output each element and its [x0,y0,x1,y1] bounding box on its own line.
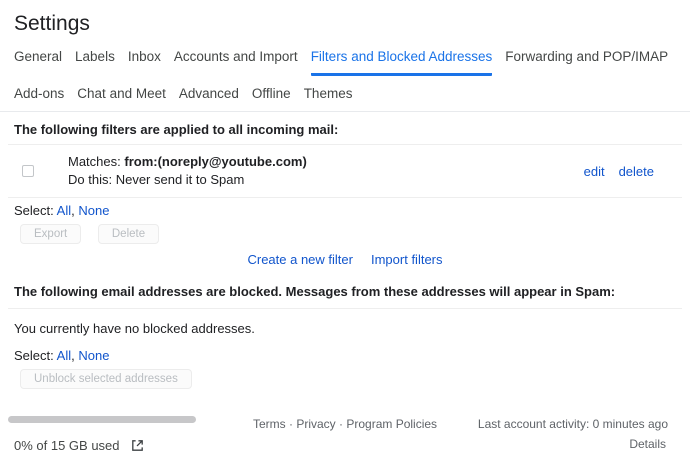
select-none-link[interactable]: None [78,348,109,363]
blocked-addresses-table: You currently have no blocked addresses. [8,308,682,336]
tab-chat-and-meet[interactable]: Chat and Meet [77,86,166,102]
last-account-activity: Last account activity: 0 minutes ago [478,417,668,431]
do-this-label: Do this: [68,172,112,187]
tab-forwarding-and-pop-imap[interactable]: Forwarding and POP/IMAP [505,49,668,76]
create-new-filter-link[interactable]: Create a new filter [247,253,353,267]
filters-table: Matches: from:(noreply@youtube.com) Do t… [8,144,682,198]
export-button[interactable]: Export [20,224,81,244]
no-blocked-addresses-text: You currently have no blocked addresses. [14,321,676,336]
blocked-button-row: Unblock selected addresses [20,369,690,389]
tab-advanced[interactable]: Advanced [179,86,239,102]
blocked-select-row: Select: All, None [14,349,690,363]
privacy-link[interactable]: Privacy [296,417,335,431]
filters-button-row: Export Delete [20,224,690,244]
unblock-selected-addresses-button[interactable]: Unblock selected addresses [20,369,192,389]
tab-accounts-and-import[interactable]: Accounts and Import [174,49,298,76]
comma: , [71,348,75,363]
select-all-link[interactable]: All [57,203,71,218]
storage-usage: 0% of 15 GB used [14,438,145,453]
tab-filters-and-blocked-addresses[interactable]: Filters and Blocked Addresses [311,49,493,76]
delete-filter-link[interactable]: delete [619,164,654,179]
filter-checkbox[interactable] [22,165,34,177]
filter-description: Matches: from:(noreply@youtube.com) Do t… [68,153,584,189]
select-all-link[interactable]: All [57,348,71,363]
filter-actions: edit delete [584,164,654,179]
filter-create-import-row: Create a new filter Import filters [0,253,690,267]
footer-separator: · [289,417,293,431]
select-label: Select: [14,203,54,218]
program-policies-link[interactable]: Program Policies [346,417,437,431]
tab-inbox[interactable]: Inbox [128,49,161,76]
filter-matches-line: Matches: from:(noreply@youtube.com) [68,153,584,171]
filters-section-heading: The following filters are applied to all… [14,123,668,137]
select-none-link[interactable]: None [78,203,109,218]
delete-button[interactable]: Delete [98,224,159,244]
edit-filter-link[interactable]: edit [584,164,605,179]
details-link[interactable]: Details [629,437,666,451]
filter-row: Matches: from:(noreply@youtube.com) Do t… [8,145,682,197]
matches-value: from:(noreply@youtube.com) [124,154,306,169]
page-title: Settings [14,12,690,36]
tab-offline[interactable]: Offline [252,86,291,102]
blocked-section-heading: The following email addresses are blocke… [14,285,668,299]
select-label: Select: [14,348,54,363]
tab-labels[interactable]: Labels [75,49,115,76]
filters-select-row: Select: All, None [14,204,690,218]
comma: , [71,203,75,218]
storage-usage-text: 0% of 15 GB used [14,438,120,453]
tab-themes[interactable]: Themes [304,86,353,102]
import-filters-link[interactable]: Import filters [371,253,443,267]
terms-link[interactable]: Terms [253,417,286,431]
tab-general[interactable]: General [14,49,62,76]
settings-tab-bar-row2: Add-ons Chat and Meet Advanced Offline T… [14,86,690,102]
do-this-value: Never send it to Spam [116,172,245,187]
divider [0,111,690,112]
filter-action-line: Do this: Never send it to Spam [68,171,584,189]
open-in-new-icon[interactable] [130,438,145,453]
footer-separator: · [339,417,343,431]
tab-add-ons[interactable]: Add-ons [14,86,64,102]
matches-label: Matches: [68,154,121,169]
settings-tab-bar-row1: General Labels Inbox Accounts and Import… [14,49,690,76]
